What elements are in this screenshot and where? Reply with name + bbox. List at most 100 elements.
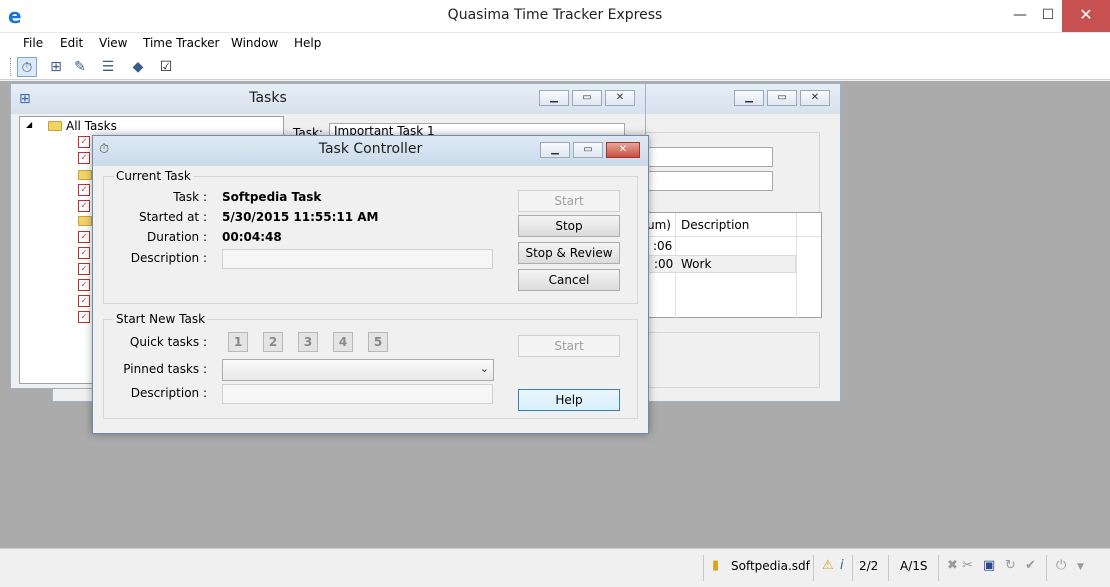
tree-root-node[interactable]: All Tasks (48, 119, 117, 133)
title-bar: e Quasima Time Tracker Express — ☐ ✕ (0, 0, 1110, 32)
task-node-icon[interactable]: ✓ (78, 184, 90, 196)
menu-edit[interactable]: Edit (60, 36, 83, 50)
pinned-tasks-label: Pinned tasks : (123, 362, 207, 376)
apply-check-icon[interactable]: ✔ (1025, 558, 1036, 573)
task-node-icon[interactable]: ✓ (78, 247, 90, 259)
window-title: Quasima Time Tracker Express (447, 7, 663, 23)
task-node-icon[interactable]: ✓ (78, 152, 90, 164)
dropdown-arrow-icon[interactable]: ▼ (1077, 562, 1084, 572)
mode-indicator: A/1S (900, 559, 928, 573)
book-icon[interactable]: ◆ (128, 57, 148, 77)
chevron-down-icon[interactable]: ⌄ (480, 362, 489, 375)
power-icon[interactable]: ⏻ (1056, 558, 1066, 573)
tasks-restore-button[interactable]: ▭ (572, 90, 602, 106)
task-node-icon[interactable]: ✓ (78, 231, 90, 243)
help-button[interactable]: Help (518, 389, 620, 411)
start-new-task-group-title: Start New Task (114, 312, 208, 326)
table-row[interactable]: :00 Work (639, 255, 796, 273)
toolbar-grip[interactable] (10, 58, 13, 76)
grid-header: um) Description (639, 213, 821, 319)
quick-task-2-button[interactable]: 2 (263, 332, 283, 352)
child-close-button[interactable]: ✕ (800, 90, 830, 106)
task-controller-titlebar: ⏱ Task Controller ▁ ▭ ✕ (93, 136, 648, 166)
save-icon[interactable]: ▣ (983, 558, 995, 573)
details-field-1[interactable] (643, 147, 773, 167)
started-label: Started at : (138, 210, 207, 224)
minimize-button[interactable]: — (1006, 0, 1034, 32)
task-list-icon[interactable]: ☰ (98, 57, 118, 77)
checkmark-icon[interactable]: ☑ (156, 57, 176, 77)
task-node-icon[interactable]: ✓ (78, 136, 90, 148)
tasks-close-button[interactable]: ✕ (605, 90, 635, 106)
refresh-icon[interactable]: ↻ (1005, 558, 1016, 573)
row-description: Work (681, 257, 712, 271)
quick-task-5-button[interactable]: 5 (368, 332, 388, 352)
start-button[interactable]: Start (518, 190, 620, 212)
task-label: Task : (173, 190, 207, 204)
status-bar: ▮ Softpedia.sdf ⚠ i 2/2 A/1S ✖ ✂ ▣ ↻ ✔ ⏻… (0, 548, 1110, 587)
stop-button[interactable]: Stop (518, 215, 620, 237)
current-description-field (222, 249, 493, 269)
task-node-icon[interactable]: ✓ (78, 311, 90, 323)
duration-value: 00:04:48 (222, 230, 282, 244)
menu-window[interactable]: Window (231, 36, 278, 50)
folder-icon[interactable] (78, 216, 92, 226)
task-node-icon[interactable]: ✓ (78, 279, 90, 291)
menu-time-tracker[interactable]: Time Tracker (143, 36, 219, 50)
toolbar: ⏱ ⊞ ✎ ☰ ◆ ☑ (0, 54, 1110, 80)
tc-restore-button[interactable]: ▭ (573, 142, 603, 158)
cancel-button[interactable]: Cancel (518, 269, 620, 291)
row-duration: :06 (653, 239, 673, 253)
expand-arrow-icon[interactable]: ◢ (26, 120, 32, 129)
unlink-icon[interactable]: ✂ (962, 558, 973, 573)
record-count: 2/2 (859, 559, 879, 573)
tc-minimize-button[interactable]: ▁ (540, 142, 570, 158)
quick-tasks-label: Quick tasks : (129, 335, 207, 349)
maximize-button[interactable]: ☐ (1034, 0, 1062, 32)
pinned-tasks-select[interactable]: ⌄ (222, 359, 494, 381)
quick-task-4-button[interactable]: 4 (333, 332, 353, 352)
task-controller-dialog: ⏱ Task Controller ▁ ▭ ✕ Current Task Tas… (92, 135, 649, 434)
database-icon: ▮ (712, 558, 720, 573)
menu-file[interactable]: File (23, 36, 43, 50)
tc-close-button[interactable]: ✕ (606, 142, 640, 158)
info-icon[interactable]: i (840, 558, 844, 573)
column-description[interactable]: Description (681, 218, 749, 232)
child-minimize-button[interactable]: ▁ (734, 90, 764, 106)
database-file-name: Softpedia.sdf (731, 559, 810, 573)
time-entries-grid[interactable]: um) Description :06 :00 Work (638, 212, 822, 319)
task-node-icon[interactable]: ✓ (78, 200, 90, 212)
tree-root-label: All Tasks (66, 119, 117, 133)
details-field-2[interactable] (643, 171, 773, 191)
stop-review-button[interactable]: Stop & Review (518, 242, 620, 264)
details-lower-group (638, 332, 820, 388)
tasks-minimize-button[interactable]: ▁ (539, 90, 569, 106)
started-value: 5/30/2015 11:55:11 AM (222, 210, 379, 224)
menu-bar: File Edit View Time Tracker Window Help (0, 32, 1110, 54)
table-row[interactable]: :06 (639, 237, 821, 255)
new-description-field[interactable] (222, 384, 493, 404)
folder-icon[interactable] (78, 170, 92, 180)
tasks-tree-icon[interactable]: ⊞ (46, 57, 66, 77)
quick-task-1-button[interactable]: 1 (228, 332, 248, 352)
child-restore-button[interactable]: ▭ (767, 90, 797, 106)
quick-task-3-button[interactable]: 3 (298, 332, 318, 352)
start-new-task-button[interactable]: Start (518, 335, 620, 357)
task-controller-icon[interactable]: ⏱ (17, 57, 37, 77)
row-duration: :00 (654, 257, 674, 271)
folder-icon (48, 121, 62, 131)
menu-view[interactable]: View (99, 36, 127, 50)
description-label: Description : (130, 251, 207, 265)
column-duration[interactable]: um) (647, 218, 671, 232)
task-node-icon[interactable]: ✓ (78, 295, 90, 307)
duration-label: Duration : (147, 230, 207, 244)
new-description-label: Description : (130, 386, 207, 400)
menu-help[interactable]: Help (294, 36, 321, 50)
cancel-x-icon[interactable]: ✖ (947, 558, 958, 573)
task-node-icon[interactable]: ✓ (78, 263, 90, 275)
current-task-value: Softpedia Task (222, 190, 322, 204)
warning-icon[interactable]: ⚠ (822, 558, 834, 573)
edit-task-icon[interactable]: ✎ (70, 57, 90, 77)
close-button[interactable]: ✕ (1062, 0, 1110, 32)
tasks-titlebar: ⊞ Tasks ▁ ▭ ✕ (11, 84, 645, 114)
